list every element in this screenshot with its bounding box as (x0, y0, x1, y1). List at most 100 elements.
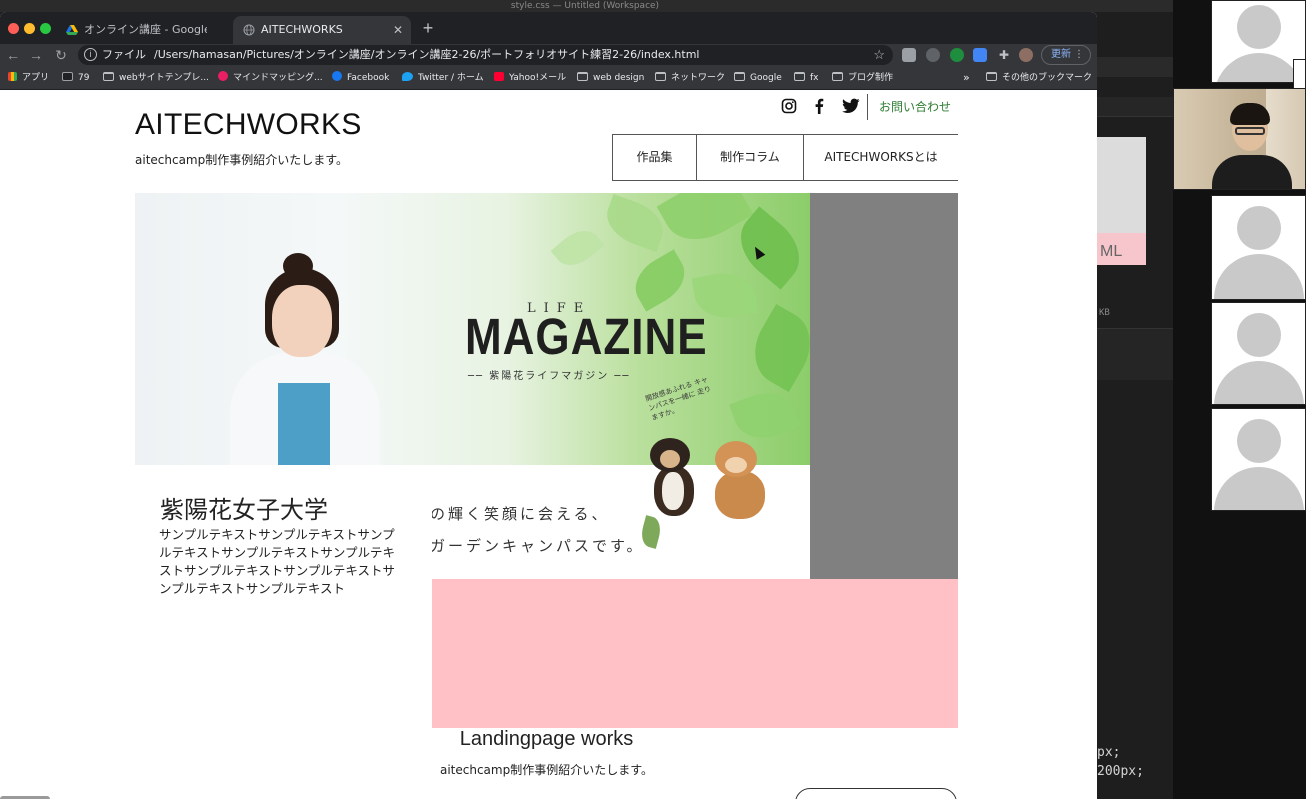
folder-icon (832, 72, 843, 81)
editor-file-size: KB (1099, 308, 1110, 318)
bookmarks-overflow-button[interactable]: » (963, 66, 970, 90)
zoom-window-icon[interactable] (40, 23, 51, 34)
woman-photo (272, 285, 332, 357)
google-drive-icon (66, 25, 78, 35)
forward-arrow-icon[interactable]: → (27, 46, 45, 64)
bookmark-google[interactable]: Google (734, 66, 782, 90)
close-tab-icon[interactable]: ✕ (393, 16, 403, 44)
participant-tile[interactable] (1211, 195, 1306, 300)
hero-banner-image: LIFE MAGAZINE ── 紫陽花ライフマガジン ── 開放感あふれる キ… (135, 193, 810, 465)
editor-thumb-text: ML (1100, 243, 1123, 260)
participant-camera-tile[interactable] (1173, 88, 1306, 190)
folder-icon (986, 72, 997, 81)
extension-icon[interactable] (926, 48, 940, 62)
folder-icon (103, 72, 114, 81)
editor-code-line: 200px; (1097, 764, 1144, 779)
participant-tile[interactable] (1211, 0, 1306, 83)
folder-icon (577, 72, 588, 81)
more-button[interactable] (795, 788, 957, 799)
yahoo-icon (494, 72, 504, 81)
other-bookmarks[interactable]: その他のブックマーク (986, 66, 1092, 90)
close-window-icon[interactable] (8, 23, 19, 34)
editor-code-line: px; (1097, 745, 1121, 760)
web-page: AITECHWORKS aitechcamp制作事例紹介いたします。 お問い合わ… (0, 90, 1097, 799)
tab-bar: オンライン講座 - Google ドライブ AITECHWORKS ✕ + (0, 12, 1097, 44)
bookmark-fx[interactable]: fx (794, 66, 819, 90)
bookmark-web-design[interactable]: web design (577, 66, 644, 90)
puzzle-extensions-icon[interactable]: ✚ (997, 48, 1011, 62)
more-menu-icon[interactable]: ⋮ (1074, 46, 1084, 64)
browser-toolbar: ← → ↻ i ファイル /Users/hamasan/Pictures/オンラ… (0, 44, 1097, 66)
url-text[interactable]: /Users/hamasan/Pictures/オンライン講座/オンライン講座2… (154, 45, 700, 65)
hero-caption-line2: ガーデンキャンパスです。 (432, 537, 645, 555)
camera-extension-icon[interactable] (902, 48, 916, 62)
editor-preview-thumbnail: ML (1097, 137, 1146, 265)
facebook-icon[interactable] (811, 98, 827, 114)
extension-icon[interactable] (950, 48, 964, 62)
landing-title: Landingpage works (459, 728, 634, 750)
os-window-title: style.css — Untitled (Workspace) (510, 1, 660, 11)
site-title[interactable]: AITECHWORKS (135, 108, 362, 142)
instagram-icon[interactable] (781, 98, 797, 114)
twitter-icon[interactable] (842, 98, 860, 114)
st-icon (62, 72, 73, 81)
bookmark-web-template[interactable]: webサイトテンプレ... (103, 66, 209, 90)
pink-block (432, 579, 958, 728)
editor-tab-strip (1097, 57, 1173, 77)
video-call-panel (1173, 0, 1306, 799)
bookmark-star-icon[interactable]: ☆ (873, 45, 885, 65)
minimize-window-icon[interactable] (24, 23, 35, 34)
bookmark-apps[interactable]: アプリ (8, 66, 49, 90)
participant-tile[interactable] (1211, 302, 1306, 405)
back-arrow-icon[interactable]: ← (4, 46, 22, 64)
screen: style.css — Untitled (Workspace) ML KB p… (0, 0, 1306, 799)
hero-magazine-subtitle: ── 紫陽花ライフマガジン ── (468, 371, 631, 382)
reload-icon[interactable]: ↻ (52, 46, 70, 64)
global-nav: 作品集 制作コラム AITECHWORKSとは (612, 134, 958, 181)
participant-tile[interactable] (1211, 408, 1306, 511)
tab-google-drive[interactable]: オンライン講座 - Google ドライブ (56, 16, 231, 44)
avatar-icon (1236, 313, 1281, 357)
facebook-icon (332, 71, 342, 81)
avatar-icon (1236, 206, 1281, 250)
dog-photo (705, 435, 775, 520)
globe-icon (243, 24, 255, 36)
bookmark-mindmap[interactable]: マインドマッピング... (218, 66, 323, 90)
apps-grid-icon (8, 72, 17, 81)
bookmark-facebook[interactable]: Facebook (332, 66, 389, 90)
gray-block (810, 193, 958, 579)
site-subtitle: aitechcamp制作事例紹介いたします。 (135, 153, 349, 167)
update-button[interactable]: 更新 ⋮ (1041, 45, 1091, 65)
nav-about[interactable]: AITECHWORKSとは (804, 135, 958, 180)
editor-breadcrumb-strip (1097, 97, 1173, 117)
folder-icon (794, 72, 805, 81)
dog-photo (640, 430, 710, 520)
bookmark-network[interactable]: ネットワーク (655, 66, 725, 90)
tab-aitechworks[interactable]: AITECHWORKS ✕ (233, 16, 411, 44)
glasses-icon (1235, 127, 1265, 135)
landing-subtitle: aitechcamp制作事例紹介いたします。 (439, 763, 654, 777)
bookmarks-bar: アプリ 79 webサイトテンプレ... マインドマッピング... Facebo… (0, 66, 1097, 90)
nav-works[interactable]: 作品集 (613, 135, 697, 180)
university-text: サンプルテキストサンプルテキストサンプルテキストサンプルテキストサンプルテキスト… (159, 527, 396, 596)
nav-column[interactable]: 制作コラム (697, 135, 804, 180)
extension-icon[interactable] (973, 48, 987, 62)
info-icon[interactable]: i (84, 48, 97, 61)
new-tab-button[interactable]: + (418, 16, 438, 40)
contact-link[interactable]: お問い合わせ (867, 94, 951, 120)
browser-window: オンライン講座 - Google ドライブ AITECHWORKS ✕ + ← … (0, 12, 1097, 799)
bookmark-twitter[interactable]: Twitter / ホーム (402, 66, 484, 90)
university-title: 紫陽花女子大学 (160, 496, 328, 524)
avatar-icon (1236, 5, 1281, 49)
bookmark-79[interactable]: 79 (62, 66, 89, 90)
bookmark-blog[interactable]: ブログ制作 (832, 66, 893, 90)
profile-avatar[interactable] (1019, 48, 1033, 62)
bookmark-yahoo-mail[interactable]: Yahoo!メール (494, 66, 566, 90)
code-editor-window: ML KB px; 200px; (1097, 12, 1173, 799)
address-bar[interactable]: i ファイル /Users/hamasan/Pictures/オンライン講座/オ… (78, 45, 893, 65)
mindmap-icon (218, 71, 228, 81)
os-menu-strip: style.css — Untitled (Workspace) (0, 0, 1306, 12)
hero-note: 開放感あふれる キャンパスを一緒に 走りますか。 (644, 375, 712, 423)
hero-caption-line1: の輝く笑顔に会える、 (432, 505, 610, 523)
twitter-icon (402, 72, 413, 81)
